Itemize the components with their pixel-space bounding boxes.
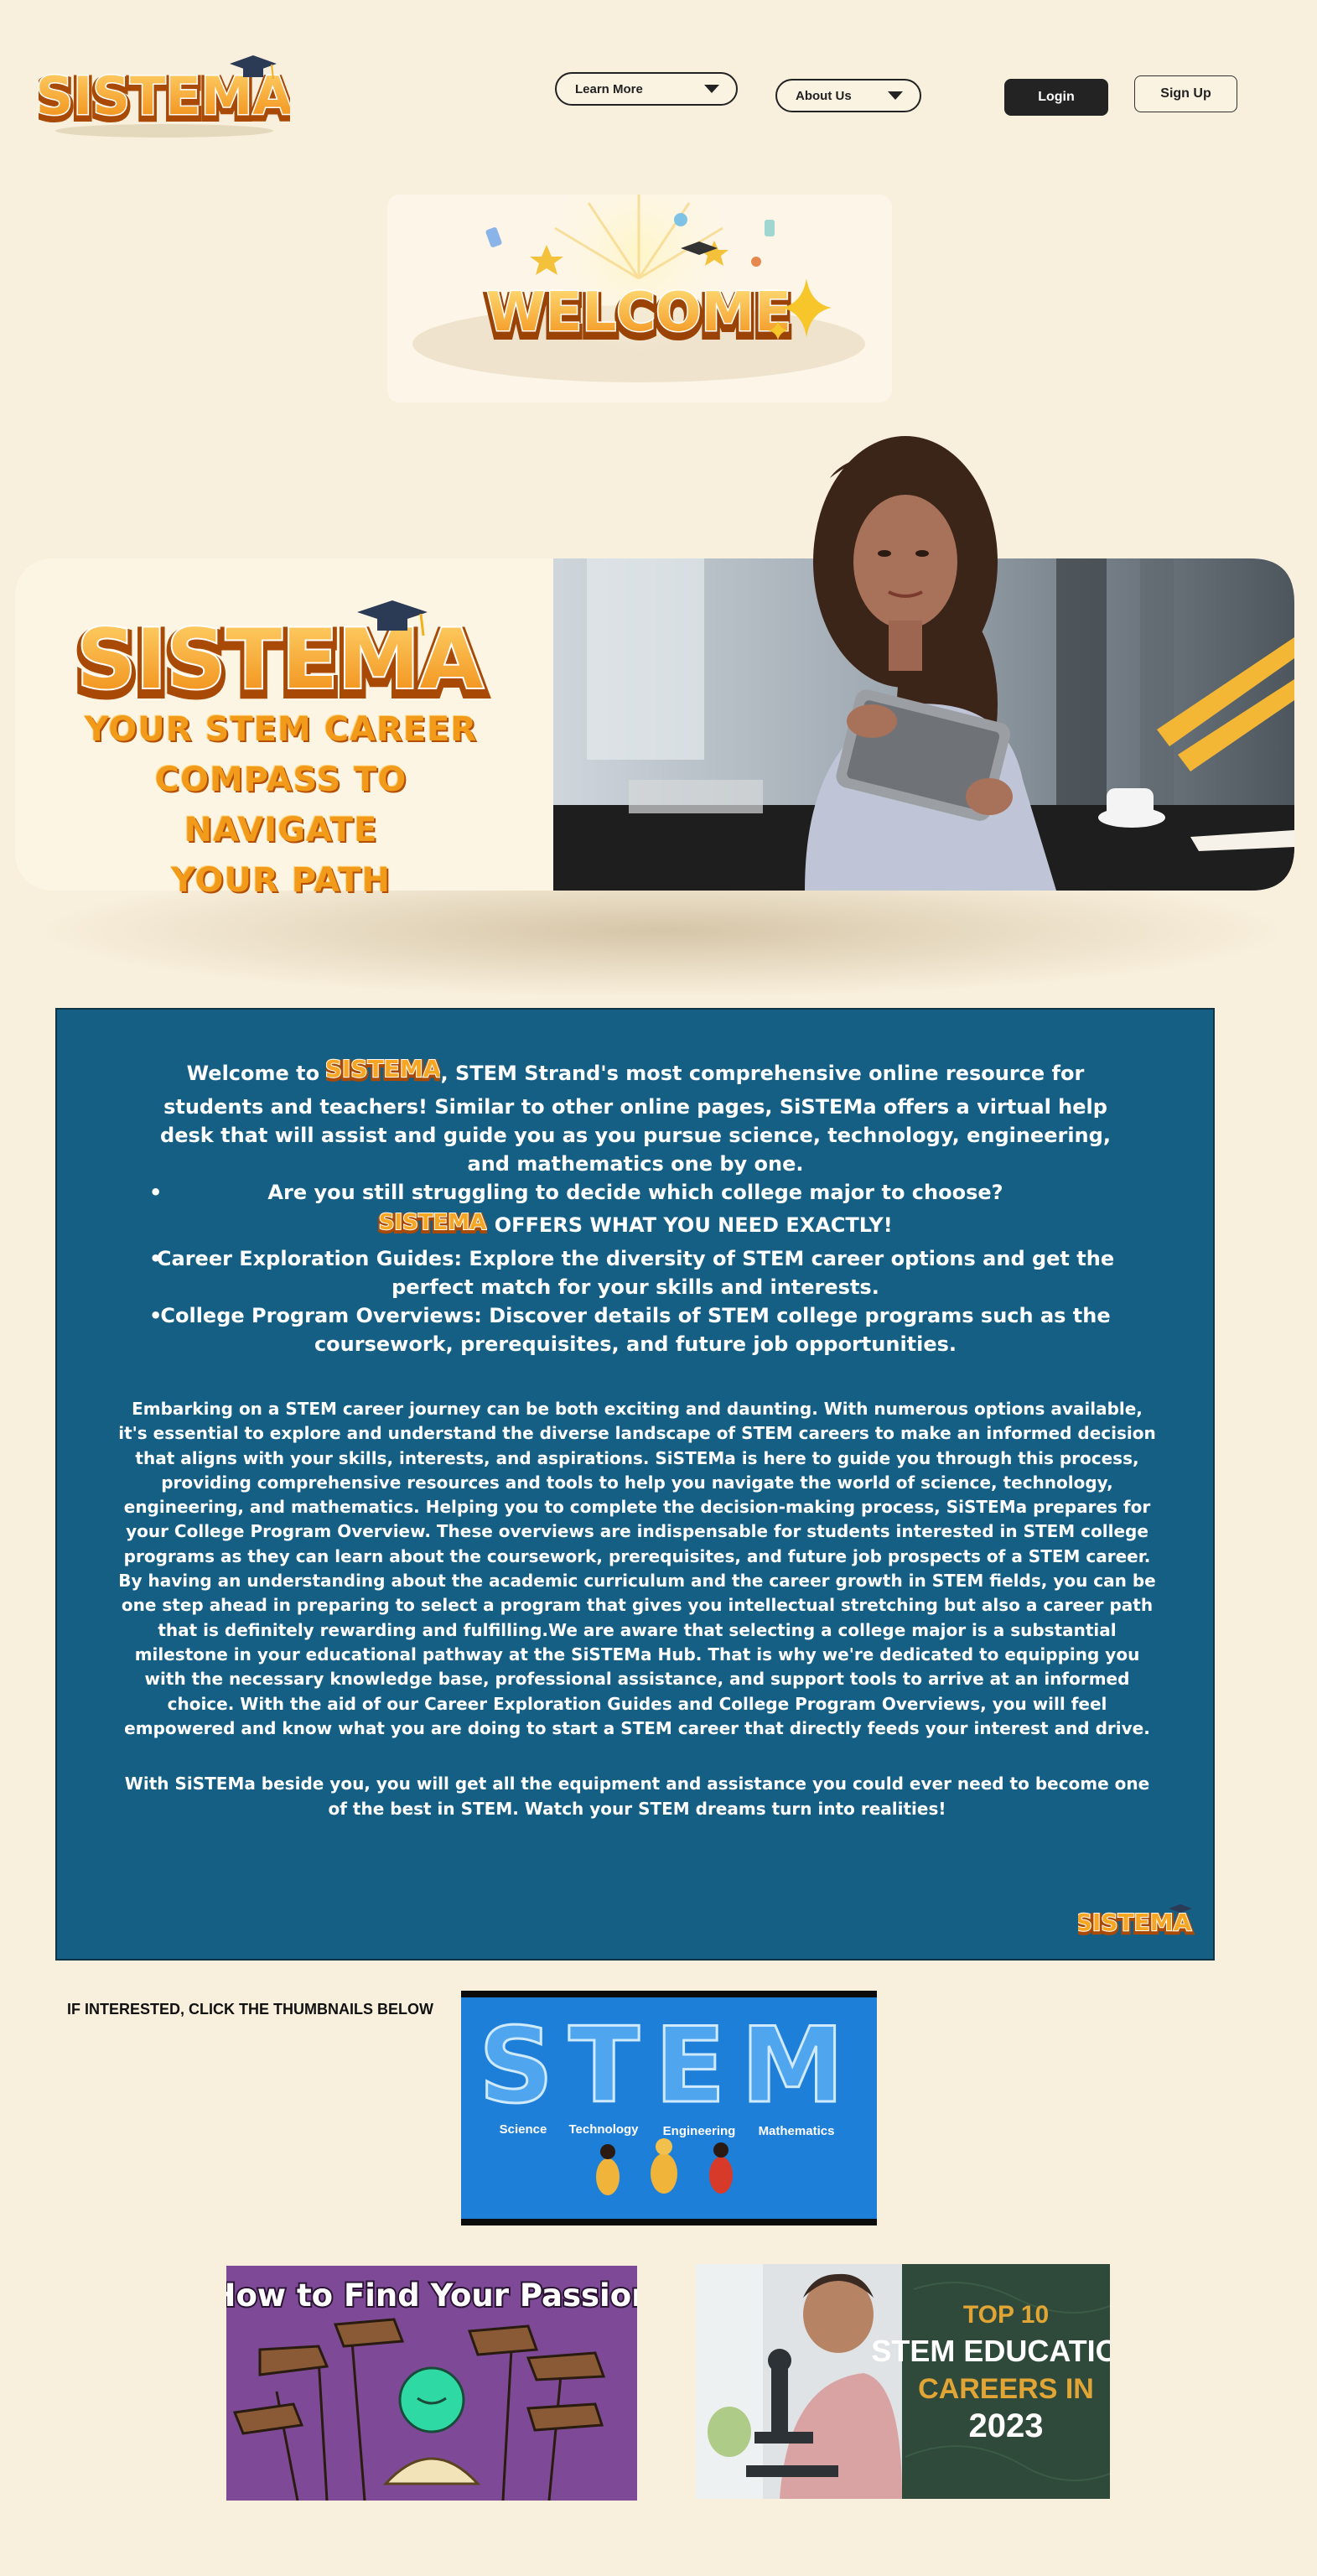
intro-prefix: Welcome to: [186, 1062, 320, 1085]
hero-tagline-line: YOUR PATH: [170, 861, 391, 900]
stem-subtitle: Technology: [568, 2122, 639, 2137]
list-item: SISTEMA SISTEMA OFFERS WHAT YOU NEED EXA…: [149, 1207, 1122, 1244]
bullet-college-programs: College Program Overviews: Discover deta…: [160, 1304, 1111, 1356]
thumbnails-note: IF INTERESTED, CLICK THE THUMBNAILS BELO…: [67, 2001, 433, 2018]
panel-corner-logo: SISTEMA SISTEMA: [1073, 1902, 1195, 1940]
stem-thumbnail-graphic: STEM Science Technology Engineering Math…: [461, 1997, 877, 2219]
info-panel: Welcome to SISTEMA SISTEMA , STEM Strand…: [55, 1008, 1215, 1961]
offers-text: OFFERS WHAT YOU NEED EXACTLY!: [494, 1213, 893, 1237]
stem-subtitle: Science: [500, 2122, 547, 2137]
site-logo-graphic: SISTEMA SISTEMA: [32, 55, 297, 138]
hero-photo: [553, 428, 1294, 891]
inline-logo: SISTEMA SISTEMA: [323, 1052, 444, 1093]
hero-tagline-line: YOUR STEM CAREER: [84, 710, 478, 749]
bullet-career-guides: Career Exploration Guides: Explore the d…: [156, 1247, 1115, 1299]
passion-thumbnail-graphic: How to Find Your Passion: [226, 2266, 637, 2501]
inline-logo-graphic: SISTEMA SISTEMA: [323, 1054, 444, 1087]
welcome-illustration: WELCOME WELCOME: [412, 195, 865, 382]
hero-logo: SISTEMA SISTEMA: [71, 600, 490, 719]
careers-title-line: 2023: [969, 2407, 1044, 2444]
careers-title-line: TOP 10: [963, 2301, 1049, 2329]
careers-title-line: STEM EDUCATION: [871, 2334, 1110, 2368]
login-button[interactable]: Login: [1004, 79, 1108, 116]
inline-logo-text: SISTEMA: [379, 1210, 487, 1235]
chevron-down-icon: [888, 91, 903, 100]
body-paragraph-1: Embarking on a STEM career journey can b…: [118, 1399, 1156, 1738]
hero-tagline: YOUR STEM CAREER COMPASS TO NAVIGATE YOU…: [67, 704, 495, 906]
stem-title: STEM: [479, 2006, 859, 2127]
intro-paragraph: Welcome to SISTEMA SISTEMA , STEM Strand…: [149, 1052, 1122, 1178]
list-item: Are you still struggling to decide which…: [149, 1178, 1122, 1207]
chevron-down-icon: [704, 85, 719, 93]
stem-subtitle: Engineering: [663, 2124, 736, 2138]
careers-video-thumbnail[interactable]: TOP 10 STEM EDUCATION CAREERS IN 2023: [696, 2264, 1110, 2499]
intro-block: Welcome to SISTEMA SISTEMA , STEM Strand…: [149, 1052, 1122, 1358]
careers-title-line: CAREERS IN: [918, 2373, 1094, 2405]
learn-more-label: Learn More: [575, 81, 643, 96]
hero-photo-illustration: [553, 436, 1294, 891]
body-paragraph-2: With SiSTEMa beside you, you will get al…: [124, 1774, 1150, 1819]
welcome-banner: WELCOME WELCOME: [387, 195, 892, 402]
about-us-label: About Us: [796, 88, 852, 103]
stem-video-thumbnail[interactable]: STEM Science Technology Engineering Math…: [461, 1991, 877, 2225]
careers-thumbnail-graphic: TOP 10 STEM EDUCATION CAREERS IN 2023: [696, 2264, 1110, 2499]
stem-subtitle: Mathematics: [759, 2124, 835, 2138]
list-item: Career Exploration Guides: Explore the d…: [149, 1244, 1122, 1301]
question-text: Are you still struggling to decide which…: [267, 1181, 1003, 1204]
list-item: College Program Overviews: Discover deta…: [149, 1301, 1122, 1358]
inline-logo: SISTEMA SISTEMA: [376, 1207, 490, 1244]
learn-more-dropdown[interactable]: Learn More: [555, 72, 738, 106]
corner-logo-graphic: SISTEMA SISTEMA: [1073, 1904, 1195, 1940]
inline-logo-graphic: SISTEMA SISTEMA: [376, 1209, 490, 1239]
signup-button[interactable]: Sign Up: [1134, 75, 1237, 112]
passion-title: How to Find Your Passion: [226, 2277, 637, 2314]
corner-logo-text: SISTEMA: [1078, 1909, 1192, 1936]
about-us-dropdown[interactable]: About Us: [775, 79, 921, 112]
welcome-text: WELCOME: [486, 282, 791, 344]
inline-logo-text: SISTEMA: [326, 1055, 440, 1083]
feature-list: Are you still struggling to decide which…: [149, 1178, 1122, 1358]
site-logo[interactable]: SISTEMA SISTEMA: [32, 47, 297, 139]
hero-tagline-line: COMPASS TO NAVIGATE: [154, 761, 407, 849]
passion-video-thumbnail[interactable]: How to Find Your Passion: [226, 2266, 637, 2501]
